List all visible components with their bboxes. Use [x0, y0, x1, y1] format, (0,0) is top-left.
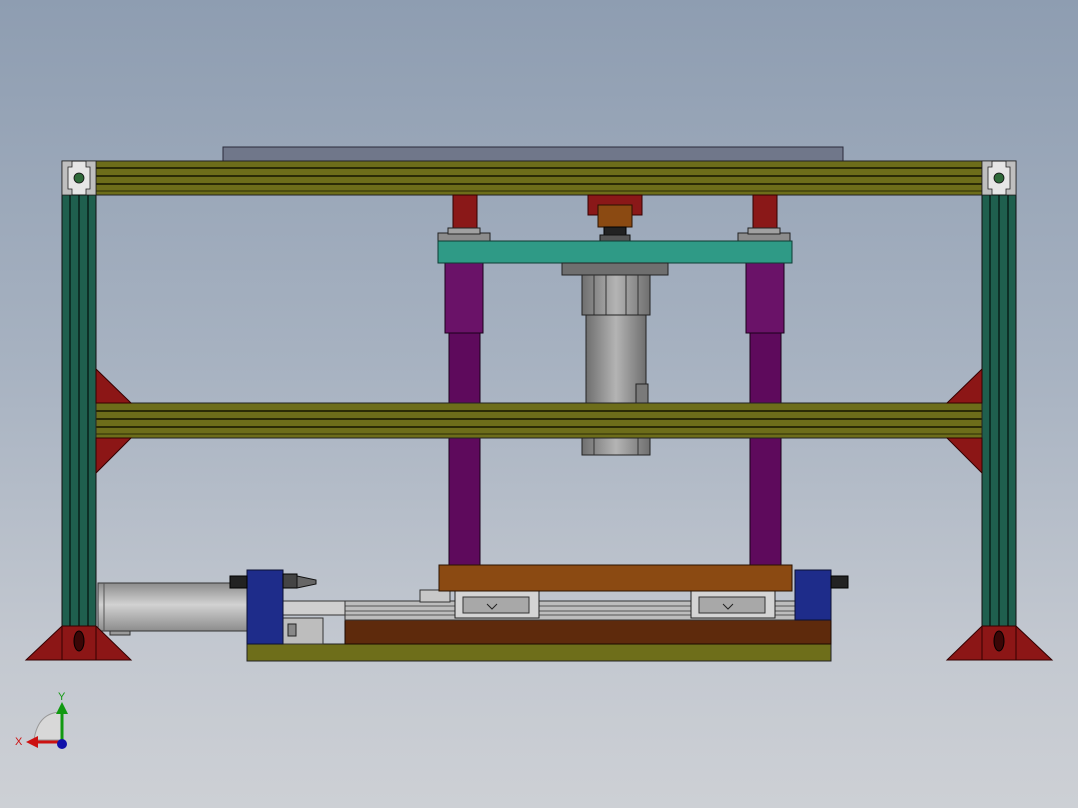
- top-beam[interactable]: [95, 160, 983, 196]
- top-cover-plate[interactable]: [222, 146, 844, 162]
- press-plate[interactable]: [438, 564, 793, 592]
- air-cylinder[interactable]: [97, 582, 346, 645]
- cylinder-end-block-right[interactable]: [794, 569, 849, 621]
- gusset-left-upper[interactable]: [95, 367, 133, 404]
- gusset-right-lower[interactable]: [945, 437, 983, 475]
- left-slider-block[interactable]: [454, 590, 540, 619]
- cad-viewport[interactable]: Y X: [0, 0, 1078, 808]
- right-slider-block[interactable]: [690, 590, 776, 619]
- y-axis-label: Y: [58, 691, 66, 703]
- x-axis-label: X: [15, 736, 23, 748]
- left-upper-bushing[interactable]: [452, 194, 478, 230]
- assembly-front-view[interactable]: Y X: [0, 0, 1078, 808]
- right-upper-bushing[interactable]: [752, 194, 778, 230]
- gusset-right-upper[interactable]: [945, 367, 983, 404]
- base-block[interactable]: [344, 619, 832, 645]
- coordinate-triad[interactable]: Y X: [15, 691, 68, 749]
- center-coupling[interactable]: [587, 194, 643, 242]
- right-foot[interactable]: [945, 624, 1054, 661]
- z-axis-dot-icon: [57, 739, 67, 749]
- triad-plane-icon: [33, 711, 63, 741]
- left-guide-sleeve: [444, 262, 484, 334]
- sensor-bracket: [419, 589, 451, 603]
- left-corner-profile-end[interactable]: [61, 160, 97, 196]
- moving-plate[interactable]: [437, 240, 793, 264]
- right-guide-sleeve: [745, 262, 785, 334]
- base-plate[interactable]: [246, 643, 832, 662]
- right-corner-profile-end[interactable]: [981, 160, 1017, 196]
- left-bushing-flange: [437, 227, 491, 242]
- middle-beam[interactable]: [95, 402, 983, 439]
- gusset-left-lower[interactable]: [95, 437, 133, 475]
- x-axis-arrowhead-icon: [26, 736, 38, 748]
- right-bushing-flange: [737, 227, 791, 242]
- left-column-profile[interactable]: [61, 160, 97, 660]
- right-column-profile[interactable]: [981, 160, 1017, 660]
- y-axis-arrowhead-icon: [56, 702, 68, 714]
